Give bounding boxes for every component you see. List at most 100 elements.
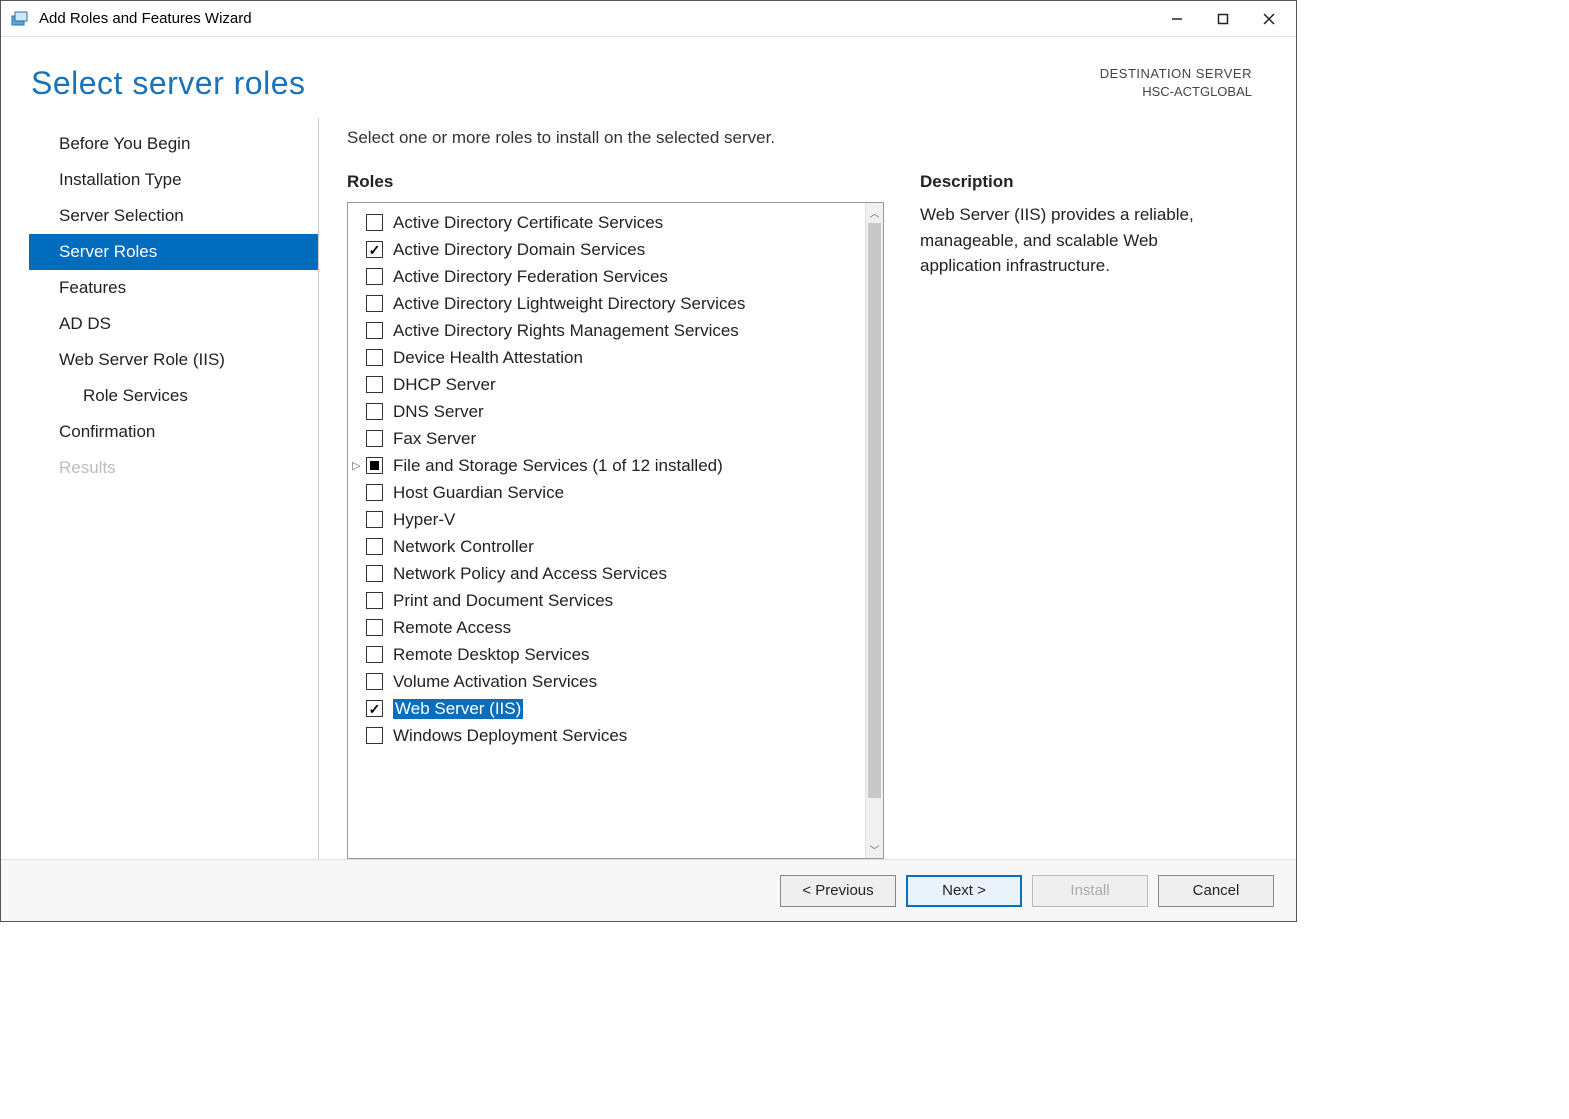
app-icon — [9, 9, 29, 29]
role-item[interactable]: Active Directory Federation Services — [352, 263, 865, 290]
role-item[interactable]: Network Controller — [352, 533, 865, 560]
role-item[interactable]: Active Directory Lightweight Directory S… — [352, 290, 865, 317]
sidebar-item[interactable]: Role Services — [29, 378, 318, 414]
checkbox[interactable] — [366, 511, 383, 528]
role-label: Network Policy and Access Services — [393, 564, 667, 584]
role-item[interactable]: Active Directory Domain Services — [352, 236, 865, 263]
sidebar-item[interactable]: AD DS — [29, 306, 318, 342]
role-label: Active Directory Lightweight Directory S… — [393, 294, 745, 314]
description-header: Description — [920, 172, 1240, 192]
previous-button[interactable]: < Previous — [780, 875, 896, 907]
role-label: Active Directory Rights Management Servi… — [393, 321, 739, 341]
role-label: Volume Activation Services — [393, 672, 597, 692]
role-item[interactable]: Volume Activation Services — [352, 668, 865, 695]
sidebar-item[interactable]: Server Selection — [29, 198, 318, 234]
tree-expander-icon[interactable]: ▷ — [352, 459, 366, 472]
role-label: DHCP Server — [393, 375, 496, 395]
checkbox[interactable] — [366, 214, 383, 231]
role-item[interactable]: Windows Deployment Services — [352, 722, 865, 749]
checkbox[interactable] — [366, 538, 383, 555]
role-item[interactable]: Device Health Attestation — [352, 344, 865, 371]
sidebar-item[interactable]: Server Roles — [29, 234, 318, 270]
sidebar-item[interactable]: Features — [29, 270, 318, 306]
role-label: Active Directory Federation Services — [393, 267, 668, 287]
role-item[interactable]: Remote Desktop Services — [352, 641, 865, 668]
role-item[interactable]: Fax Server — [352, 425, 865, 452]
checkbox[interactable] — [366, 646, 383, 663]
role-label: Print and Document Services — [393, 591, 613, 611]
scroll-down-button[interactable]: ﹀ — [866, 840, 883, 858]
role-label: Hyper-V — [393, 510, 455, 530]
sidebar: Before You BeginInstallation TypeServer … — [29, 118, 319, 859]
role-item[interactable]: DHCP Server — [352, 371, 865, 398]
destination-label: DESTINATION SERVER — [1100, 65, 1252, 83]
checkbox[interactable] — [366, 241, 383, 258]
role-label: Active Directory Domain Services — [393, 240, 645, 260]
role-item[interactable]: Hyper-V — [352, 506, 865, 533]
checkbox[interactable] — [366, 403, 383, 420]
sidebar-item[interactable]: Web Server Role (IIS) — [29, 342, 318, 378]
footer: < Previous Next > Install Cancel — [1, 859, 1296, 921]
role-item[interactable]: Print and Document Services — [352, 587, 865, 614]
cancel-button[interactable]: Cancel — [1158, 875, 1274, 907]
roles-listbox: Active Directory Certificate Services Act… — [347, 202, 884, 859]
close-button[interactable] — [1246, 3, 1292, 35]
checkbox[interactable] — [366, 673, 383, 690]
maximize-button[interactable] — [1200, 3, 1246, 35]
role-label: Active Directory Certificate Services — [393, 213, 663, 233]
checkbox[interactable] — [366, 484, 383, 501]
destination-value: HSC-ACTGLOBAL — [1100, 83, 1252, 101]
header-row: Select server roles DESTINATION SERVER H… — [1, 37, 1296, 118]
role-label: Windows Deployment Services — [393, 726, 627, 746]
checkbox[interactable] — [366, 430, 383, 447]
window-title: Add Roles and Features Wizard — [39, 10, 1154, 27]
next-button[interactable]: Next > — [906, 875, 1022, 907]
sidebar-item: Results — [29, 450, 318, 486]
role-label: File and Storage Services (1 of 12 insta… — [393, 456, 723, 476]
role-item[interactable]: ▷ File and Storage Services (1 of 12 inst… — [352, 452, 865, 479]
role-label: Host Guardian Service — [393, 483, 564, 503]
role-item[interactable]: Active Directory Certificate Services — [352, 209, 865, 236]
role-item[interactable]: Host Guardian Service — [352, 479, 865, 506]
titlebar: Add Roles and Features Wizard — [1, 1, 1296, 37]
install-button[interactable]: Install — [1032, 875, 1148, 907]
checkbox[interactable] — [366, 268, 383, 285]
role-item[interactable]: Web Server (IIS) — [352, 695, 865, 722]
role-label: Remote Desktop Services — [393, 645, 590, 665]
checkbox[interactable] — [366, 619, 383, 636]
body-row: Before You BeginInstallation TypeServer … — [1, 118, 1296, 859]
checkbox[interactable] — [366, 295, 383, 312]
minimize-button[interactable] — [1154, 3, 1200, 35]
content-area: Select server roles DESTINATION SERVER H… — [1, 37, 1296, 859]
role-item[interactable]: Remote Access — [352, 614, 865, 641]
role-item[interactable]: Active Directory Rights Management Servi… — [352, 317, 865, 344]
role-item[interactable]: Network Policy and Access Services — [352, 560, 865, 587]
scroll-thumb[interactable] — [868, 223, 881, 798]
instruction-text: Select one or more roles to install on t… — [347, 128, 1240, 148]
sidebar-item[interactable]: Before You Begin — [29, 126, 318, 162]
role-label: Device Health Attestation — [393, 348, 583, 368]
role-item[interactable]: DNS Server — [352, 398, 865, 425]
checkbox[interactable] — [366, 457, 383, 474]
checkbox[interactable] — [366, 376, 383, 393]
scrollbar[interactable]: ︿ ﹀ — [865, 203, 883, 858]
checkbox[interactable] — [366, 565, 383, 582]
page-title: Select server roles — [31, 65, 305, 102]
role-label: Network Controller — [393, 537, 534, 557]
scroll-up-button[interactable]: ︿ — [866, 203, 883, 221]
sidebar-item[interactable]: Installation Type — [29, 162, 318, 198]
destination-block: DESTINATION SERVER HSC-ACTGLOBAL — [1100, 65, 1252, 101]
sidebar-item[interactable]: Confirmation — [29, 414, 318, 450]
checkbox[interactable] — [366, 700, 383, 717]
checkbox[interactable] — [366, 592, 383, 609]
description-text: Web Server (IIS) provides a reliable, ma… — [920, 202, 1240, 279]
main-panel: Select one or more roles to install on t… — [319, 118, 1268, 859]
roles-list[interactable]: Active Directory Certificate Services Act… — [348, 203, 865, 858]
checkbox[interactable] — [366, 727, 383, 744]
roles-row: Roles Active Directory Certificate Servi… — [347, 172, 1240, 859]
checkbox[interactable] — [366, 322, 383, 339]
role-label: Web Server (IIS) — [393, 699, 523, 719]
roles-header: Roles — [347, 172, 884, 192]
roles-column: Roles Active Directory Certificate Servi… — [347, 172, 884, 859]
checkbox[interactable] — [366, 349, 383, 366]
